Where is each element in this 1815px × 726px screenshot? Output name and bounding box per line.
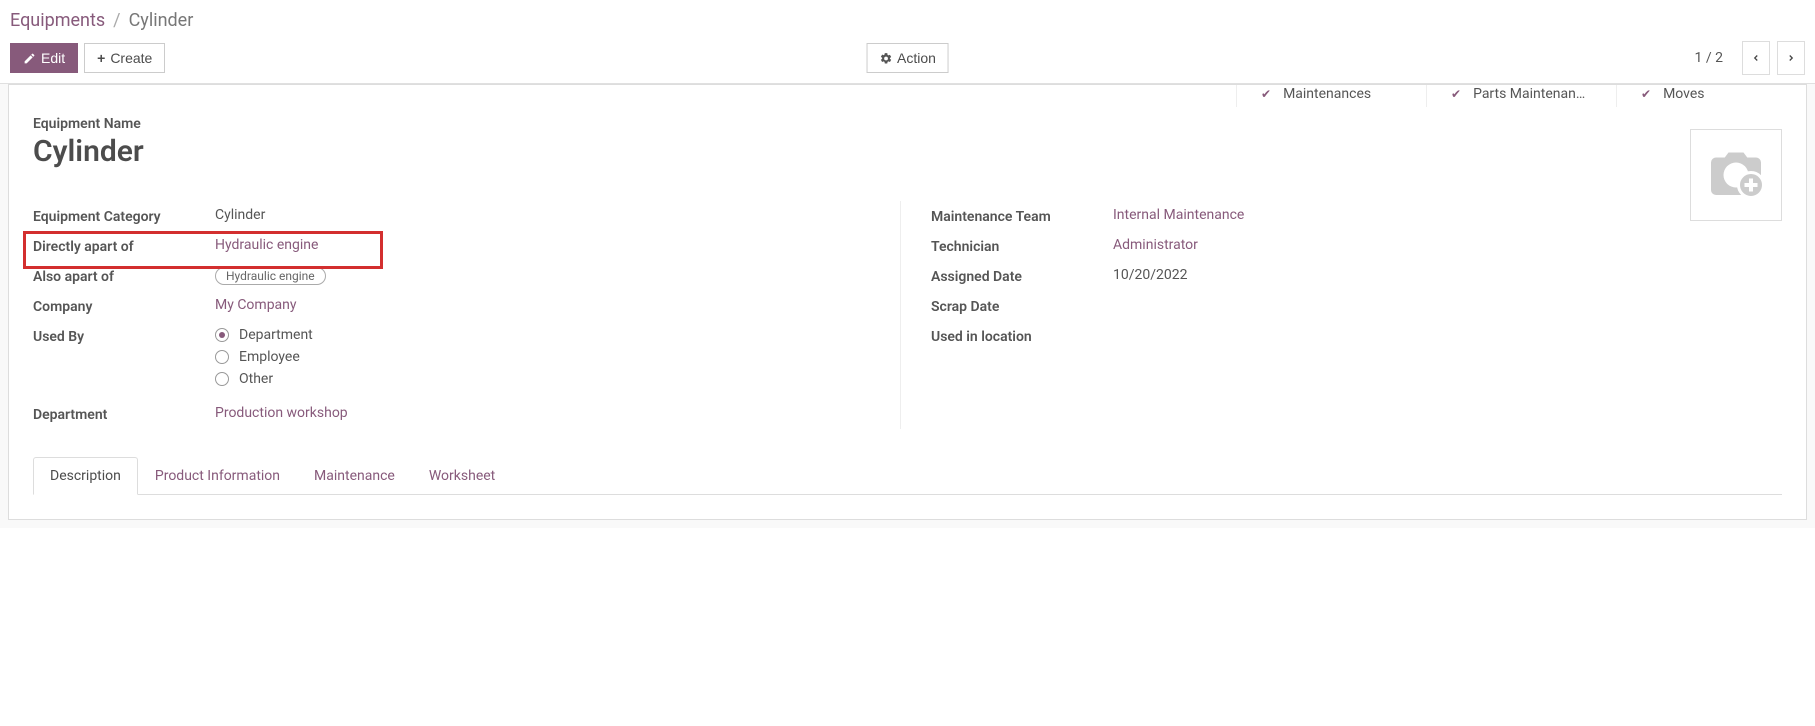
breadcrumb-current: Cylinder	[129, 10, 194, 31]
label-used-by: Used By	[33, 327, 209, 345]
breadcrumb-separator: /	[113, 10, 120, 31]
used-by-radio-group: Department Employee Other	[215, 327, 884, 387]
label-scrap-date: Scrap Date	[931, 297, 1107, 315]
stat-moves[interactable]: ✔ Moves	[1616, 84, 1806, 107]
label-maintenance-team: Maintenance Team	[931, 207, 1107, 225]
tab-product-information[interactable]: Product Information	[138, 457, 297, 495]
create-label: Create	[110, 50, 152, 66]
pencil-icon	[23, 52, 36, 65]
pager-next-button[interactable]	[1777, 41, 1805, 75]
check-icon: ✔	[1261, 87, 1271, 101]
value-technician[interactable]: Administrator	[1107, 237, 1782, 253]
create-button[interactable]: + Create	[84, 43, 165, 73]
label-used-in-location: Used in location	[931, 327, 1107, 345]
tag-also-apart-of[interactable]: Hydraulic engine	[215, 267, 326, 285]
label-directly-apart-of: Directly apart of	[33, 237, 209, 255]
value-company[interactable]: My Company	[209, 297, 884, 313]
stat-parts-maintenance[interactable]: ✔ Parts Maintenan…	[1426, 84, 1616, 107]
label-assigned-date: Assigned Date	[931, 267, 1107, 285]
breadcrumb-root-link[interactable]: Equipments	[10, 10, 105, 31]
notebook-tabs: Description Product Information Maintena…	[33, 457, 1782, 495]
equipment-name-label: Equipment Name	[33, 116, 1782, 132]
label-department: Department	[33, 405, 209, 423]
label-equipment-category: Equipment Category	[33, 207, 209, 225]
tab-maintenance[interactable]: Maintenance	[297, 457, 412, 495]
pager-text: 1 / 2	[1695, 50, 1723, 66]
radio-icon	[215, 350, 229, 364]
pager-prev-button[interactable]	[1742, 41, 1770, 75]
chevron-right-icon	[1786, 51, 1796, 65]
tab-worksheet[interactable]: Worksheet	[412, 457, 512, 495]
plus-icon: +	[97, 50, 105, 66]
radio-department[interactable]: Department	[215, 327, 884, 343]
stat-button-row: ✔ Maintenances ✔ Parts Maintenan… ✔ Move…	[9, 84, 1806, 108]
equipment-name-value: Cylinder	[33, 134, 1782, 169]
action-button[interactable]: Action	[866, 43, 949, 73]
radio-icon	[215, 328, 229, 342]
edit-label: Edit	[41, 50, 65, 66]
edit-button[interactable]: Edit	[10, 43, 78, 73]
check-icon: ✔	[1641, 87, 1651, 101]
radio-employee[interactable]: Employee	[215, 349, 884, 365]
value-directly-apart-of[interactable]: Hydraulic engine	[209, 237, 884, 253]
label-company: Company	[33, 297, 209, 315]
chevron-left-icon	[1751, 51, 1761, 65]
radio-icon	[215, 372, 229, 386]
gear-icon	[879, 52, 892, 65]
stat-maintenances[interactable]: ✔ Maintenances	[1236, 84, 1426, 107]
radio-other[interactable]: Other	[215, 371, 884, 387]
value-maintenance-team[interactable]: Internal Maintenance	[1107, 207, 1782, 223]
value-equipment-category: Cylinder	[209, 207, 884, 223]
value-assigned-date: 10/20/2022	[1107, 267, 1782, 283]
breadcrumb: Equipments / Cylinder	[10, 10, 1805, 31]
form-sheet: ✔ Maintenances ✔ Parts Maintenan… ✔ Move…	[8, 84, 1807, 520]
label-technician: Technician	[931, 237, 1107, 255]
camera-plus-icon	[1701, 145, 1771, 205]
check-icon: ✔	[1451, 87, 1461, 101]
label-also-apart-of: Also apart of	[33, 267, 209, 285]
value-department[interactable]: Production workshop	[209, 405, 884, 421]
tab-description[interactable]: Description	[33, 457, 138, 495]
action-label: Action	[897, 50, 936, 66]
